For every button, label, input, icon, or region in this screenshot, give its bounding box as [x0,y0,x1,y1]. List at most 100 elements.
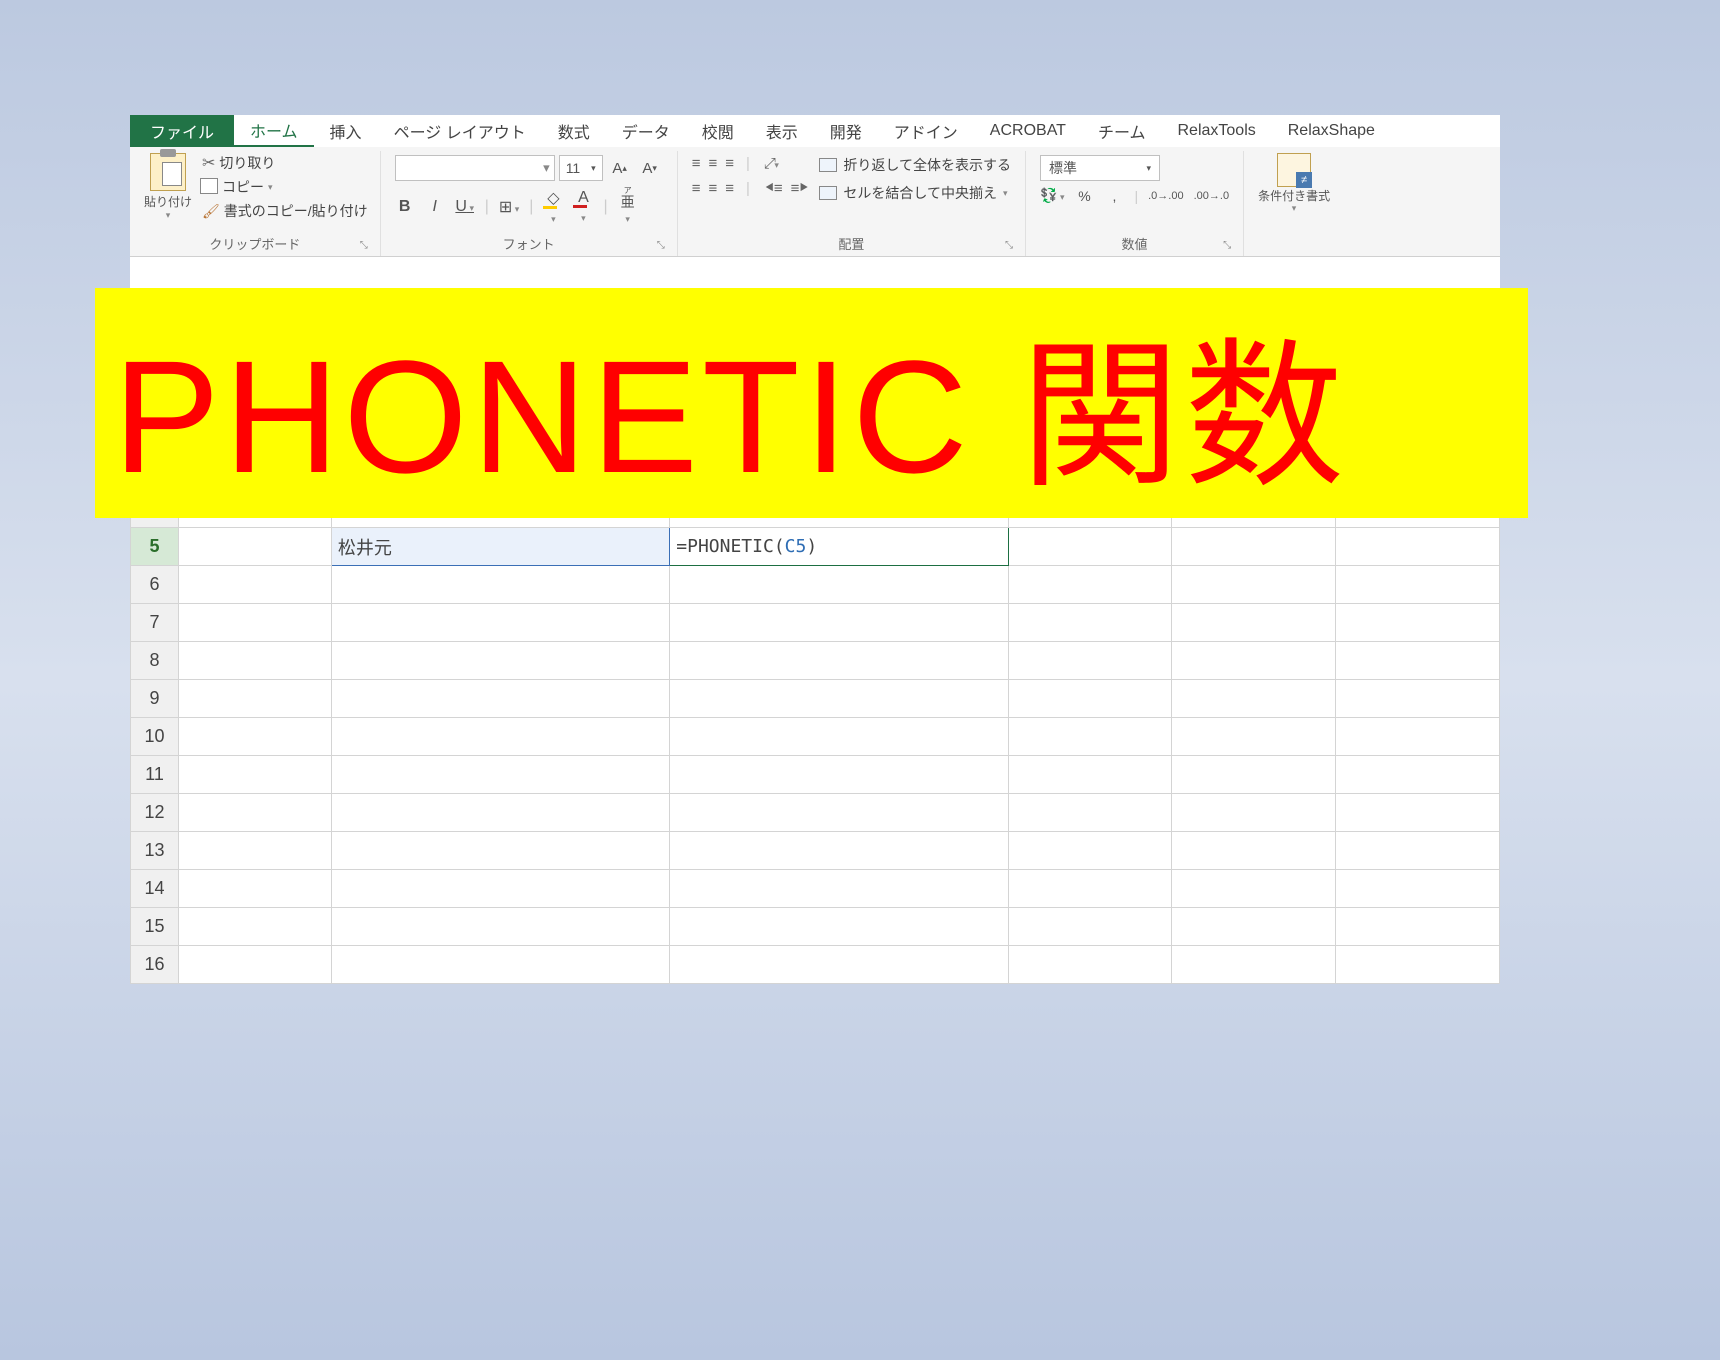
percent-button[interactable]: % [1074,188,1094,204]
cell-f9[interactable] [1172,680,1336,718]
alignment-dialog-launcher[interactable]: ⤡ [1003,240,1015,252]
increase-font-button[interactable]: A▴ [607,155,633,181]
font-color-button[interactable]: A [573,189,593,226]
paste-button[interactable]: 貼り付け ▾ [138,151,198,231]
copy-button[interactable]: コピー ▾ [202,177,368,197]
cell-b8[interactable] [179,642,332,680]
fill-color-button[interactable]: ◇ [543,188,563,227]
cell-f14[interactable] [1172,870,1336,908]
worksheet-grid[interactable]: 4 5 松井元 =PHONETIC(C5) 6 [130,489,1500,984]
tab-data[interactable]: データ [606,115,686,147]
increase-indent-button[interactable]: ≡⯈ [791,180,808,197]
tab-view[interactable]: 表示 [750,115,814,147]
cell-d9[interactable] [670,680,1008,718]
increase-decimal-button[interactable]: .0→.00 [1148,190,1183,202]
tab-home[interactable]: ホーム [234,115,314,147]
cell-d11[interactable] [670,756,1008,794]
cell-f8[interactable] [1172,642,1336,680]
row-header-15[interactable]: 15 [131,908,179,946]
cell-c11[interactable] [331,756,669,794]
cell-g16[interactable] [1336,946,1500,984]
cell-f7[interactable] [1172,604,1336,642]
cell-g9[interactable] [1336,680,1500,718]
decrease-indent-button[interactable]: ⯇≡ [764,180,781,197]
cell-e12[interactable] [1008,794,1172,832]
cell-f6[interactable] [1172,566,1336,604]
cell-e10[interactable] [1008,718,1172,756]
conditional-formatting-button[interactable]: 条件付き書式 ▾ [1252,151,1336,250]
cell-c15[interactable] [331,908,669,946]
cell-c10[interactable] [331,718,669,756]
cell-d12[interactable] [670,794,1008,832]
cell-c9[interactable] [331,680,669,718]
tab-team[interactable]: チーム [1082,115,1162,147]
row-header-14[interactable]: 14 [131,870,179,908]
cell-d7[interactable] [670,604,1008,642]
row-header-11[interactable]: 11 [131,756,179,794]
number-format-dropdown[interactable]: 標準▾ [1040,155,1160,181]
align-bottom-button[interactable]: ≡ [725,155,732,172]
italic-button[interactable]: I [425,198,445,216]
cell-e11[interactable] [1008,756,1172,794]
row-header-5[interactable]: 5 [131,528,179,566]
cell-d6[interactable] [670,566,1008,604]
cell-g7[interactable] [1336,604,1500,642]
cell-g5[interactable] [1336,528,1500,566]
cell-f16[interactable] [1172,946,1336,984]
cell-c14[interactable] [331,870,669,908]
cell-d5[interactable]: =PHONETIC(C5) [670,528,1008,566]
wrap-text-button[interactable]: 折り返して全体を表示する [819,155,1011,175]
bold-button[interactable]: B [395,198,415,216]
comma-button[interactable]: , [1104,188,1124,204]
cell-c5[interactable]: 松井元 [331,528,669,566]
border-button[interactable]: ⊞ [499,197,519,217]
cell-b5[interactable] [179,528,332,566]
cell-d13[interactable] [670,832,1008,870]
cell-f10[interactable] [1172,718,1336,756]
cell-c6[interactable] [331,566,669,604]
cell-e7[interactable] [1008,604,1172,642]
cell-c7[interactable] [331,604,669,642]
decrease-font-button[interactable]: A▾ [637,155,663,181]
cell-e5[interactable] [1008,528,1172,566]
cell-c12[interactable] [331,794,669,832]
number-dialog-launcher[interactable]: ⤡ [1221,240,1233,252]
cell-e15[interactable] [1008,908,1172,946]
cell-e13[interactable] [1008,832,1172,870]
tab-developer[interactable]: 開発 [814,115,878,147]
phonetic-guide-button[interactable]: ア亜 [618,187,638,227]
cell-c8[interactable] [331,642,669,680]
align-center-button[interactable]: ≡ [708,180,715,197]
cell-f5[interactable] [1172,528,1336,566]
cell-d14[interactable] [670,870,1008,908]
tab-addins[interactable]: アドイン [878,115,974,147]
cell-b12[interactable] [179,794,332,832]
cell-g8[interactable] [1336,642,1500,680]
cell-g6[interactable] [1336,566,1500,604]
cell-b10[interactable] [179,718,332,756]
row-header-13[interactable]: 13 [131,832,179,870]
cell-b6[interactable] [179,566,332,604]
cell-e14[interactable] [1008,870,1172,908]
cell-b16[interactable] [179,946,332,984]
align-left-button[interactable]: ≡ [692,180,699,197]
cell-g15[interactable] [1336,908,1500,946]
row-header-12[interactable]: 12 [131,794,179,832]
cell-f11[interactable] [1172,756,1336,794]
font-name-dropdown[interactable]: ▾ [395,155,555,181]
cell-e6[interactable] [1008,566,1172,604]
tab-relaxtools[interactable]: RelaxTools [1161,115,1271,147]
format-painter-button[interactable]: 🖌書式のコピー/貼り付け [202,201,368,221]
cell-g11[interactable] [1336,756,1500,794]
cell-b15[interactable] [179,908,332,946]
cell-d8[interactable] [670,642,1008,680]
cell-e9[interactable] [1008,680,1172,718]
cut-button[interactable]: ✂切り取り [202,153,368,173]
cell-b14[interactable] [179,870,332,908]
row-header-7[interactable]: 7 [131,604,179,642]
cell-e16[interactable] [1008,946,1172,984]
cell-b13[interactable] [179,832,332,870]
tab-review[interactable]: 校閲 [686,115,750,147]
cell-c13[interactable] [331,832,669,870]
cell-f15[interactable] [1172,908,1336,946]
